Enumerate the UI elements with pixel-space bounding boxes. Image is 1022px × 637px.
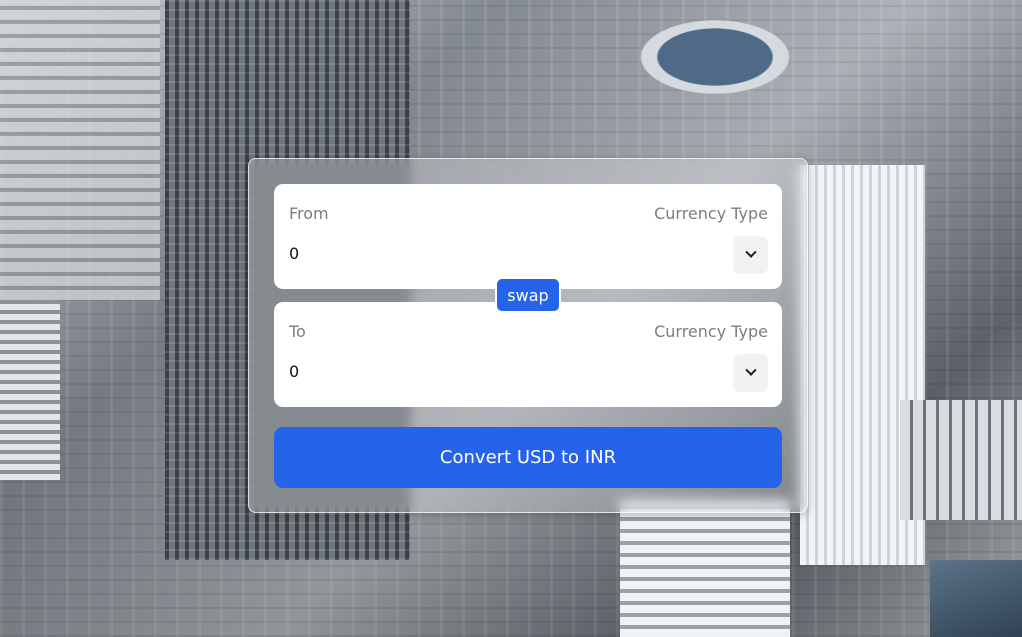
to-label: To bbox=[289, 322, 306, 341]
building bbox=[900, 400, 1022, 520]
stadium bbox=[600, 0, 830, 95]
converter-card: From Currency Type swap To Currency Type… bbox=[248, 158, 808, 513]
chevron-down-icon bbox=[744, 246, 757, 258]
convert-button[interactable]: Convert USD to INR bbox=[274, 427, 782, 488]
chevron-down-icon bbox=[744, 364, 757, 376]
building bbox=[620, 500, 790, 637]
building bbox=[0, 300, 60, 480]
from-label: From bbox=[289, 204, 329, 223]
from-currency-select[interactable] bbox=[733, 236, 768, 274]
to-currency-type-label: Currency Type bbox=[654, 322, 768, 341]
swap-button[interactable]: swap bbox=[495, 277, 561, 313]
to-field: To Currency Type bbox=[274, 302, 782, 407]
water bbox=[930, 560, 1022, 637]
to-currency-select[interactable] bbox=[733, 354, 768, 392]
from-amount-input[interactable] bbox=[289, 236, 569, 270]
from-currency-type-label: Currency Type bbox=[654, 204, 768, 223]
building bbox=[0, 0, 160, 300]
from-field: From Currency Type bbox=[274, 184, 782, 289]
to-amount-input[interactable] bbox=[289, 354, 569, 388]
